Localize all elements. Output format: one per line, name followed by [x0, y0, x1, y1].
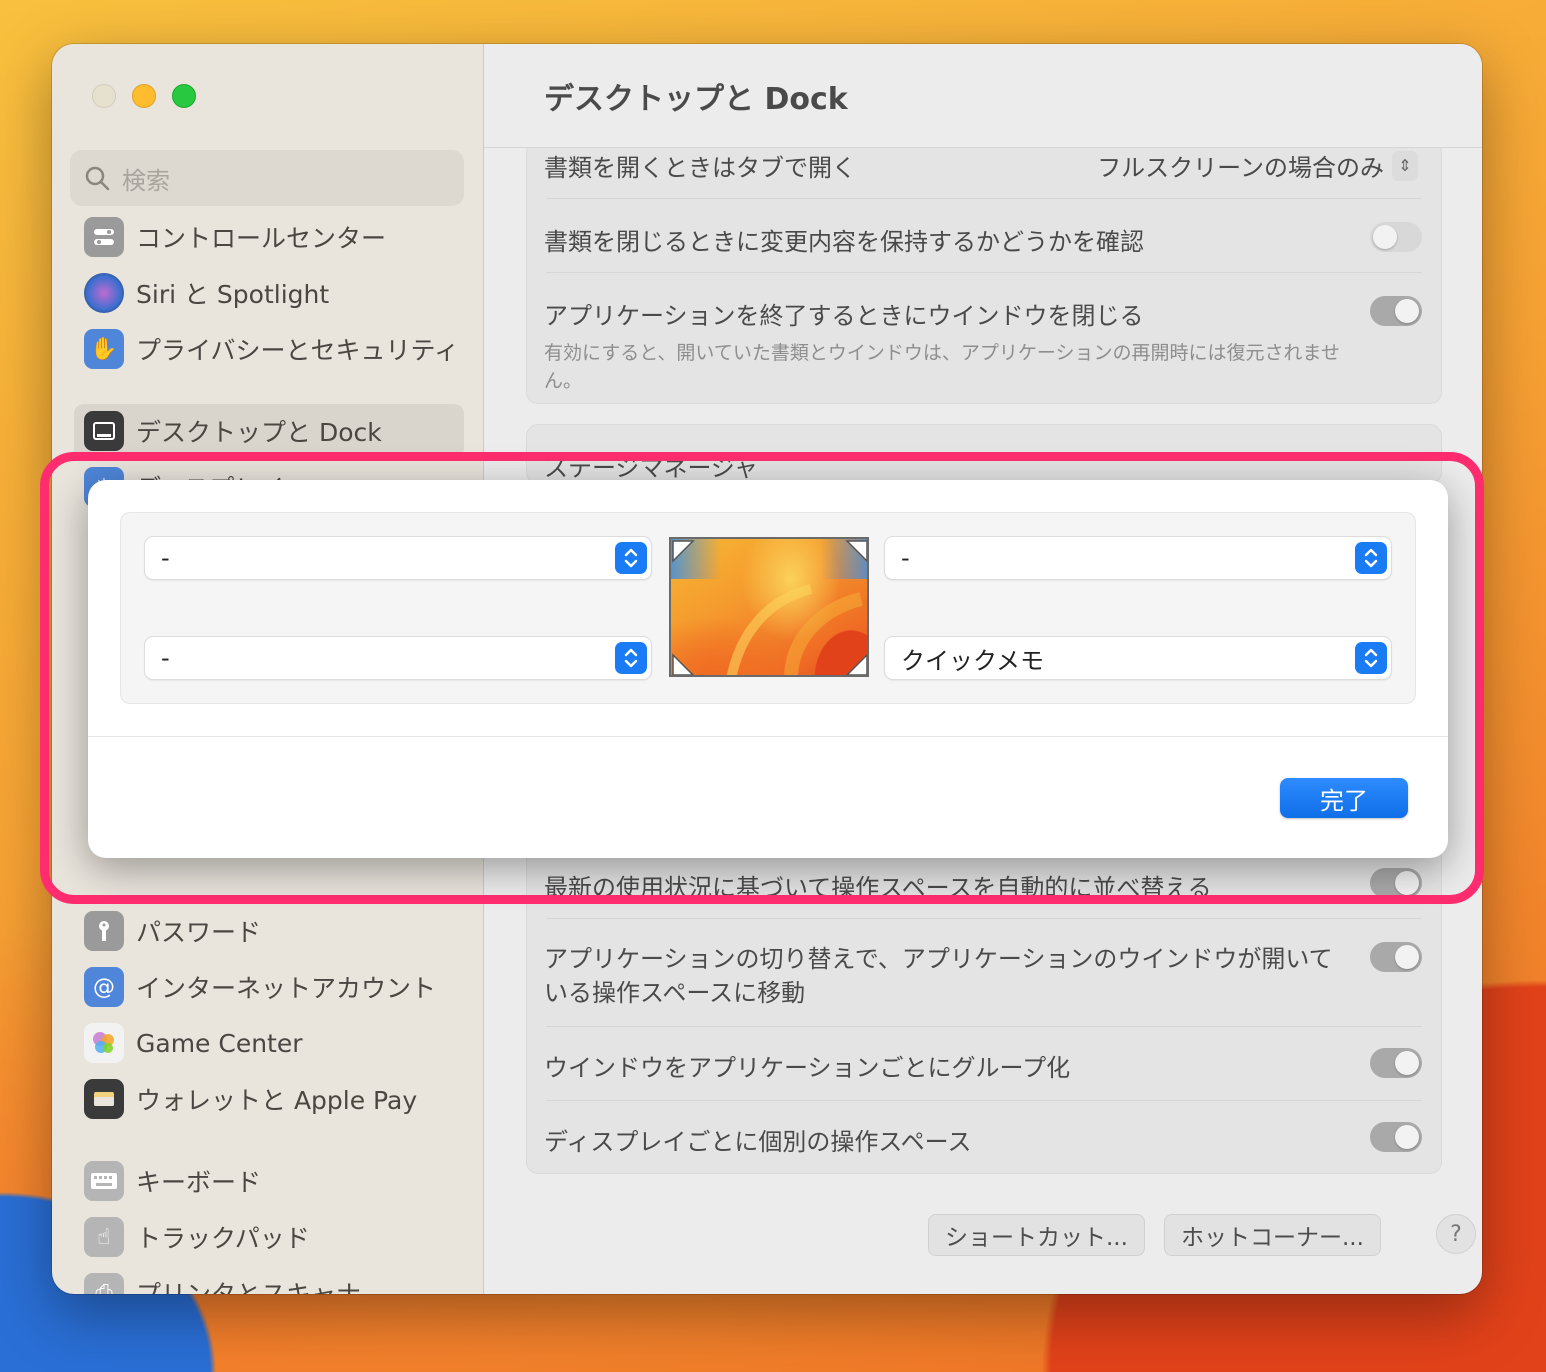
keyboard-icon	[84, 1161, 124, 1201]
top-left-corner-value: -	[161, 544, 170, 572]
hot-corners-sheet: - - - クイックメモ 完了	[88, 480, 1448, 858]
desktop-preview-image	[669, 537, 869, 677]
close-button[interactable]	[92, 84, 116, 108]
switch-space-label: アプリケーションの切り替えで、アプリケーションのウインドウが開いている操作スペー…	[544, 945, 1333, 1007]
bottom-right-corner-value: クイックメモ	[901, 646, 1045, 675]
group-windows-toggle[interactable]	[1370, 1048, 1422, 1078]
sidebar-item-label: パスワード	[136, 918, 262, 947]
chevron-up-down-icon	[1355, 642, 1387, 674]
top-left-corner-select[interactable]: -	[145, 537, 651, 579]
sidebar-item-label: プライバシーとセキュリティ	[136, 336, 460, 365]
sidebar-item-label: ウォレットと Apple Pay	[136, 1086, 418, 1115]
sidebar-item-printers[interactable]: ⎙ プリンタとスキャナ	[74, 1266, 464, 1294]
hand-icon: ✋	[84, 329, 124, 369]
divider	[546, 1026, 1422, 1027]
bottom-right-corner-select[interactable]: クイックメモ	[885, 637, 1391, 679]
minimize-button[interactable]	[132, 84, 156, 108]
game-center-icon	[84, 1023, 124, 1063]
tabs-setting-value: フルスクリーンの場合のみ	[1097, 154, 1384, 182]
zoom-button[interactable]	[172, 84, 196, 108]
sidebar-item-trackpad[interactable]: ☝ トラックパッド	[74, 1210, 464, 1264]
sidebar-item-label: コントロールセンター	[136, 224, 387, 253]
printer-icon: ⎙	[84, 1273, 124, 1294]
title-bar: デスクトップと Dock	[484, 44, 1482, 148]
sidebar-item-label: プリンタとスキャナ	[136, 1275, 361, 1294]
sidebar-item-desktop-dock[interactable]: デスクトップと Dock	[74, 404, 464, 458]
dock-icon	[84, 411, 124, 451]
sidebar-item-internet-accounts[interactable]: @ インターネットアカウント	[74, 960, 464, 1014]
shortcuts-button[interactable]: ショートカット...	[928, 1214, 1145, 1256]
sidebar-item-label: トラックパッド	[136, 1224, 310, 1253]
sidebar-item-siri[interactable]: Siri と Spotlight	[74, 266, 464, 320]
divider	[546, 1100, 1422, 1101]
hot-corners-panel: - - - クイックメモ	[120, 512, 1416, 704]
at-icon: @	[84, 967, 124, 1007]
divider	[546, 198, 1422, 199]
wallet-icon	[84, 1079, 124, 1119]
sidebar-item-game-center[interactable]: Game Center	[74, 1016, 464, 1070]
help-button[interactable]: ?	[1436, 1214, 1476, 1254]
siri-icon	[84, 273, 124, 313]
separate-spaces-label: ディスプレイごとに個別の操作スペース	[544, 1128, 972, 1156]
group-windows-label: ウインドウをアプリケーションごとにグループ化	[544, 1054, 1071, 1082]
hot-corners-button[interactable]: ホットコーナー...	[1164, 1214, 1381, 1256]
sidebar-item-control-center[interactable]: コントロールセンター	[74, 210, 464, 264]
separate-spaces-toggle[interactable]	[1370, 1122, 1422, 1152]
sidebar-item-label: デスクトップと Dock	[136, 418, 382, 447]
sidebar-item-label: キーボード	[136, 1168, 262, 1197]
sidebar-item-wallet[interactable]: ウォレットと Apple Pay	[74, 1072, 464, 1126]
close-windows-description: 有効にすると、開いていた書類とウインドウは、アプリケーションの再開時には復元され…	[544, 342, 1340, 392]
close-windows-setting: アプリケーションを終了するときにウインドウを閉じる 有効にすると、開いていた書類…	[544, 296, 1424, 395]
tabs-setting-popup[interactable]: フルスクリーンの場合のみ ⇕	[1097, 148, 1418, 183]
sheet-divider	[88, 736, 1448, 737]
trackpad-icon: ☝	[84, 1217, 124, 1257]
top-right-corner-select[interactable]: -	[885, 537, 1391, 579]
chevron-up-down-icon	[615, 642, 647, 674]
corner-markers	[672, 540, 867, 675]
search-field[interactable]: 検索	[70, 150, 464, 206]
sidebar-item-privacy[interactable]: ✋ プライバシーとセキュリティ	[74, 322, 464, 376]
sidebar-item-label: Siri と Spotlight	[136, 280, 330, 309]
chevron-up-down-icon	[1355, 542, 1387, 574]
chevron-up-down-icon	[615, 542, 647, 574]
search-placeholder: 検索	[122, 166, 170, 195]
bottom-left-corner-select[interactable]: -	[145, 637, 651, 679]
control-center-icon	[84, 217, 124, 257]
up-down-arrows-icon: ⇕	[1392, 150, 1418, 181]
confirm-changes-toggle[interactable]	[1370, 222, 1422, 252]
divider	[546, 272, 1422, 273]
page-title: デスクトップと Dock	[544, 82, 848, 117]
key-icon	[84, 911, 124, 951]
sidebar-item-label: インターネットアカウント	[136, 974, 437, 1003]
switch-space-toggle[interactable]	[1370, 942, 1422, 972]
bottom-left-corner-value: -	[161, 644, 170, 672]
done-button[interactable]: 完了	[1280, 778, 1408, 818]
divider	[546, 918, 1422, 919]
close-windows-toggle[interactable]	[1370, 296, 1422, 326]
search-icon	[85, 166, 110, 191]
sidebar-item-label: Game Center	[136, 1028, 303, 1058]
top-right-corner-value: -	[901, 544, 910, 572]
sidebar-item-keyboard[interactable]: キーボード	[74, 1154, 464, 1208]
confirm-changes-label: 書類を閉じるときに変更内容を保持するかどうかを確認	[544, 228, 1144, 256]
sidebar-item-passwords[interactable]: パスワード	[74, 904, 464, 958]
close-windows-label: アプリケーションを終了するときにウインドウを閉じる	[544, 302, 1144, 330]
